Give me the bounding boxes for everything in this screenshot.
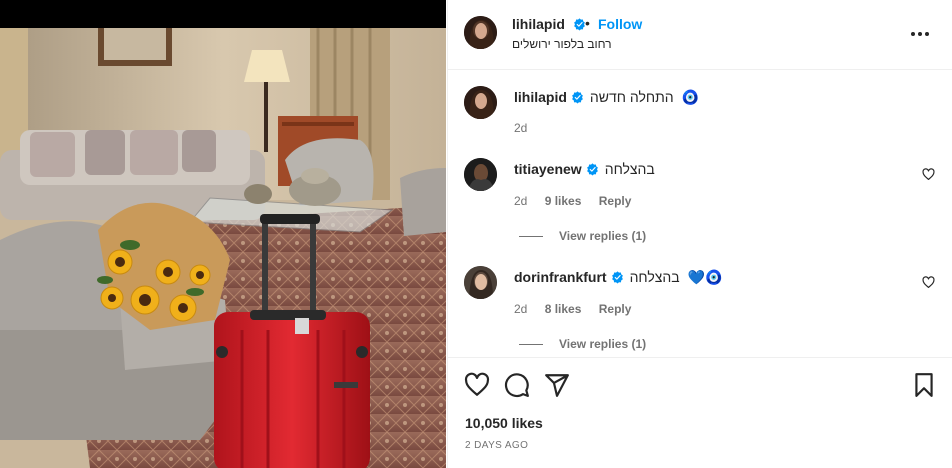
post-timestamp[interactable]: 2 DAYS AGO bbox=[465, 440, 528, 451]
reply-button[interactable]: Reply bbox=[599, 302, 632, 316]
comment-like-heart-icon[interactable] bbox=[922, 168, 935, 181]
caption-meta: 2d bbox=[514, 121, 541, 135]
view-replies-button[interactable]: View replies (1) bbox=[519, 229, 646, 243]
caption-emoji: 🧿 bbox=[681, 89, 699, 105]
comment-meta: 2d 8 likes Reply bbox=[514, 302, 645, 316]
paper-plane-icon[interactable] bbox=[544, 372, 570, 398]
caption-avatar[interactable] bbox=[464, 86, 497, 119]
comment-text: בהצלחה bbox=[629, 269, 680, 285]
separator-dot: • bbox=[585, 15, 590, 31]
likes-count[interactable]: 10,050 likes bbox=[465, 415, 543, 431]
more-options-icon[interactable] bbox=[909, 24, 931, 44]
comment-line: dorinfrankfurt בהצלחה 💙🧿 bbox=[514, 269, 722, 286]
verified-badge-icon bbox=[573, 18, 585, 31]
heart-icon[interactable] bbox=[464, 372, 490, 398]
comment-likes[interactable]: 8 likes bbox=[545, 302, 582, 316]
comment-like-heart-icon[interactable] bbox=[922, 276, 935, 289]
post-photo-image bbox=[0, 0, 446, 468]
verified-badge-icon bbox=[586, 163, 598, 176]
comment-username[interactable]: titiayenew bbox=[514, 161, 582, 177]
post-actions: 10,050 likes 2 DAYS AGO bbox=[448, 357, 952, 468]
comment-meta: 2d 9 likes Reply bbox=[514, 194, 645, 208]
comment-text: בהצלחה bbox=[604, 161, 655, 177]
caption-username[interactable]: lihilapid bbox=[514, 89, 567, 105]
post-details-panel: lihilapid • Follow רחוב בלפור ירושלים li… bbox=[447, 0, 952, 468]
verified-badge-icon bbox=[572, 91, 583, 104]
comment-emoji: 💙🧿 bbox=[687, 269, 723, 285]
author-username[interactable]: lihilapid bbox=[512, 16, 586, 32]
comment-likes[interactable]: 9 likes bbox=[545, 194, 582, 208]
author-username-text: lihilapid bbox=[512, 16, 565, 32]
comment-avatar[interactable] bbox=[464, 266, 497, 299]
comment-avatar[interactable] bbox=[464, 158, 497, 191]
author-avatar[interactable] bbox=[464, 16, 497, 49]
caption-time[interactable]: 2d bbox=[514, 121, 527, 135]
view-replies-button[interactable]: View replies (1) bbox=[519, 337, 646, 351]
verified-badge-icon bbox=[611, 271, 623, 284]
post-photo[interactable] bbox=[0, 0, 446, 468]
comment-time[interactable]: 2d bbox=[514, 194, 527, 208]
post-header: lihilapid • Follow רחוב בלפור ירושלים bbox=[448, 0, 952, 70]
comment-bubble-icon[interactable] bbox=[504, 372, 530, 398]
caption-text: התחלה חדשה bbox=[589, 89, 674, 105]
bookmark-icon[interactable] bbox=[911, 372, 937, 398]
post-location[interactable]: רחוב בלפור ירושלים bbox=[512, 37, 612, 51]
comment-username[interactable]: dorinfrankfurt bbox=[514, 269, 607, 285]
caption-line: lihilapid התחלה חדשה 🧿 bbox=[514, 89, 699, 106]
reply-button[interactable]: Reply bbox=[599, 194, 632, 208]
comment-line: titiayenew בהצלחה bbox=[514, 161, 655, 177]
comment-time[interactable]: 2d bbox=[514, 302, 527, 316]
follow-button[interactable]: Follow bbox=[598, 16, 642, 32]
